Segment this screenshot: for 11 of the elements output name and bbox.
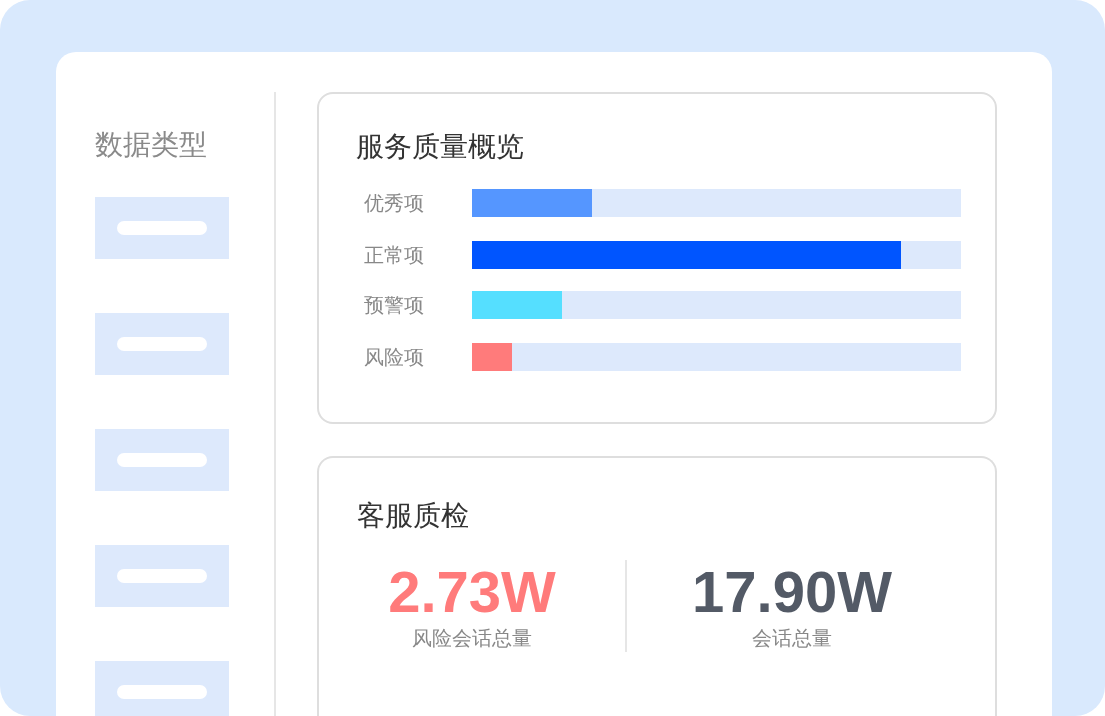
bar-label: 风险项 <box>363 343 425 371</box>
stat-value: 2.73W <box>388 560 556 625</box>
stat-label: 风险会话总量 <box>412 625 532 653</box>
bar-label: 优秀项 <box>363 189 425 217</box>
card-title: 客服质检 <box>357 498 469 535</box>
sidebar-title: 数据类型 <box>95 127 207 163</box>
stat-value: 17.90W <box>692 560 892 625</box>
card-title: 服务质量概览 <box>356 129 524 165</box>
bar-label: 正常项 <box>363 241 425 269</box>
stat-label: 会话总量 <box>752 625 832 653</box>
bar-label: 预警项 <box>363 291 425 319</box>
